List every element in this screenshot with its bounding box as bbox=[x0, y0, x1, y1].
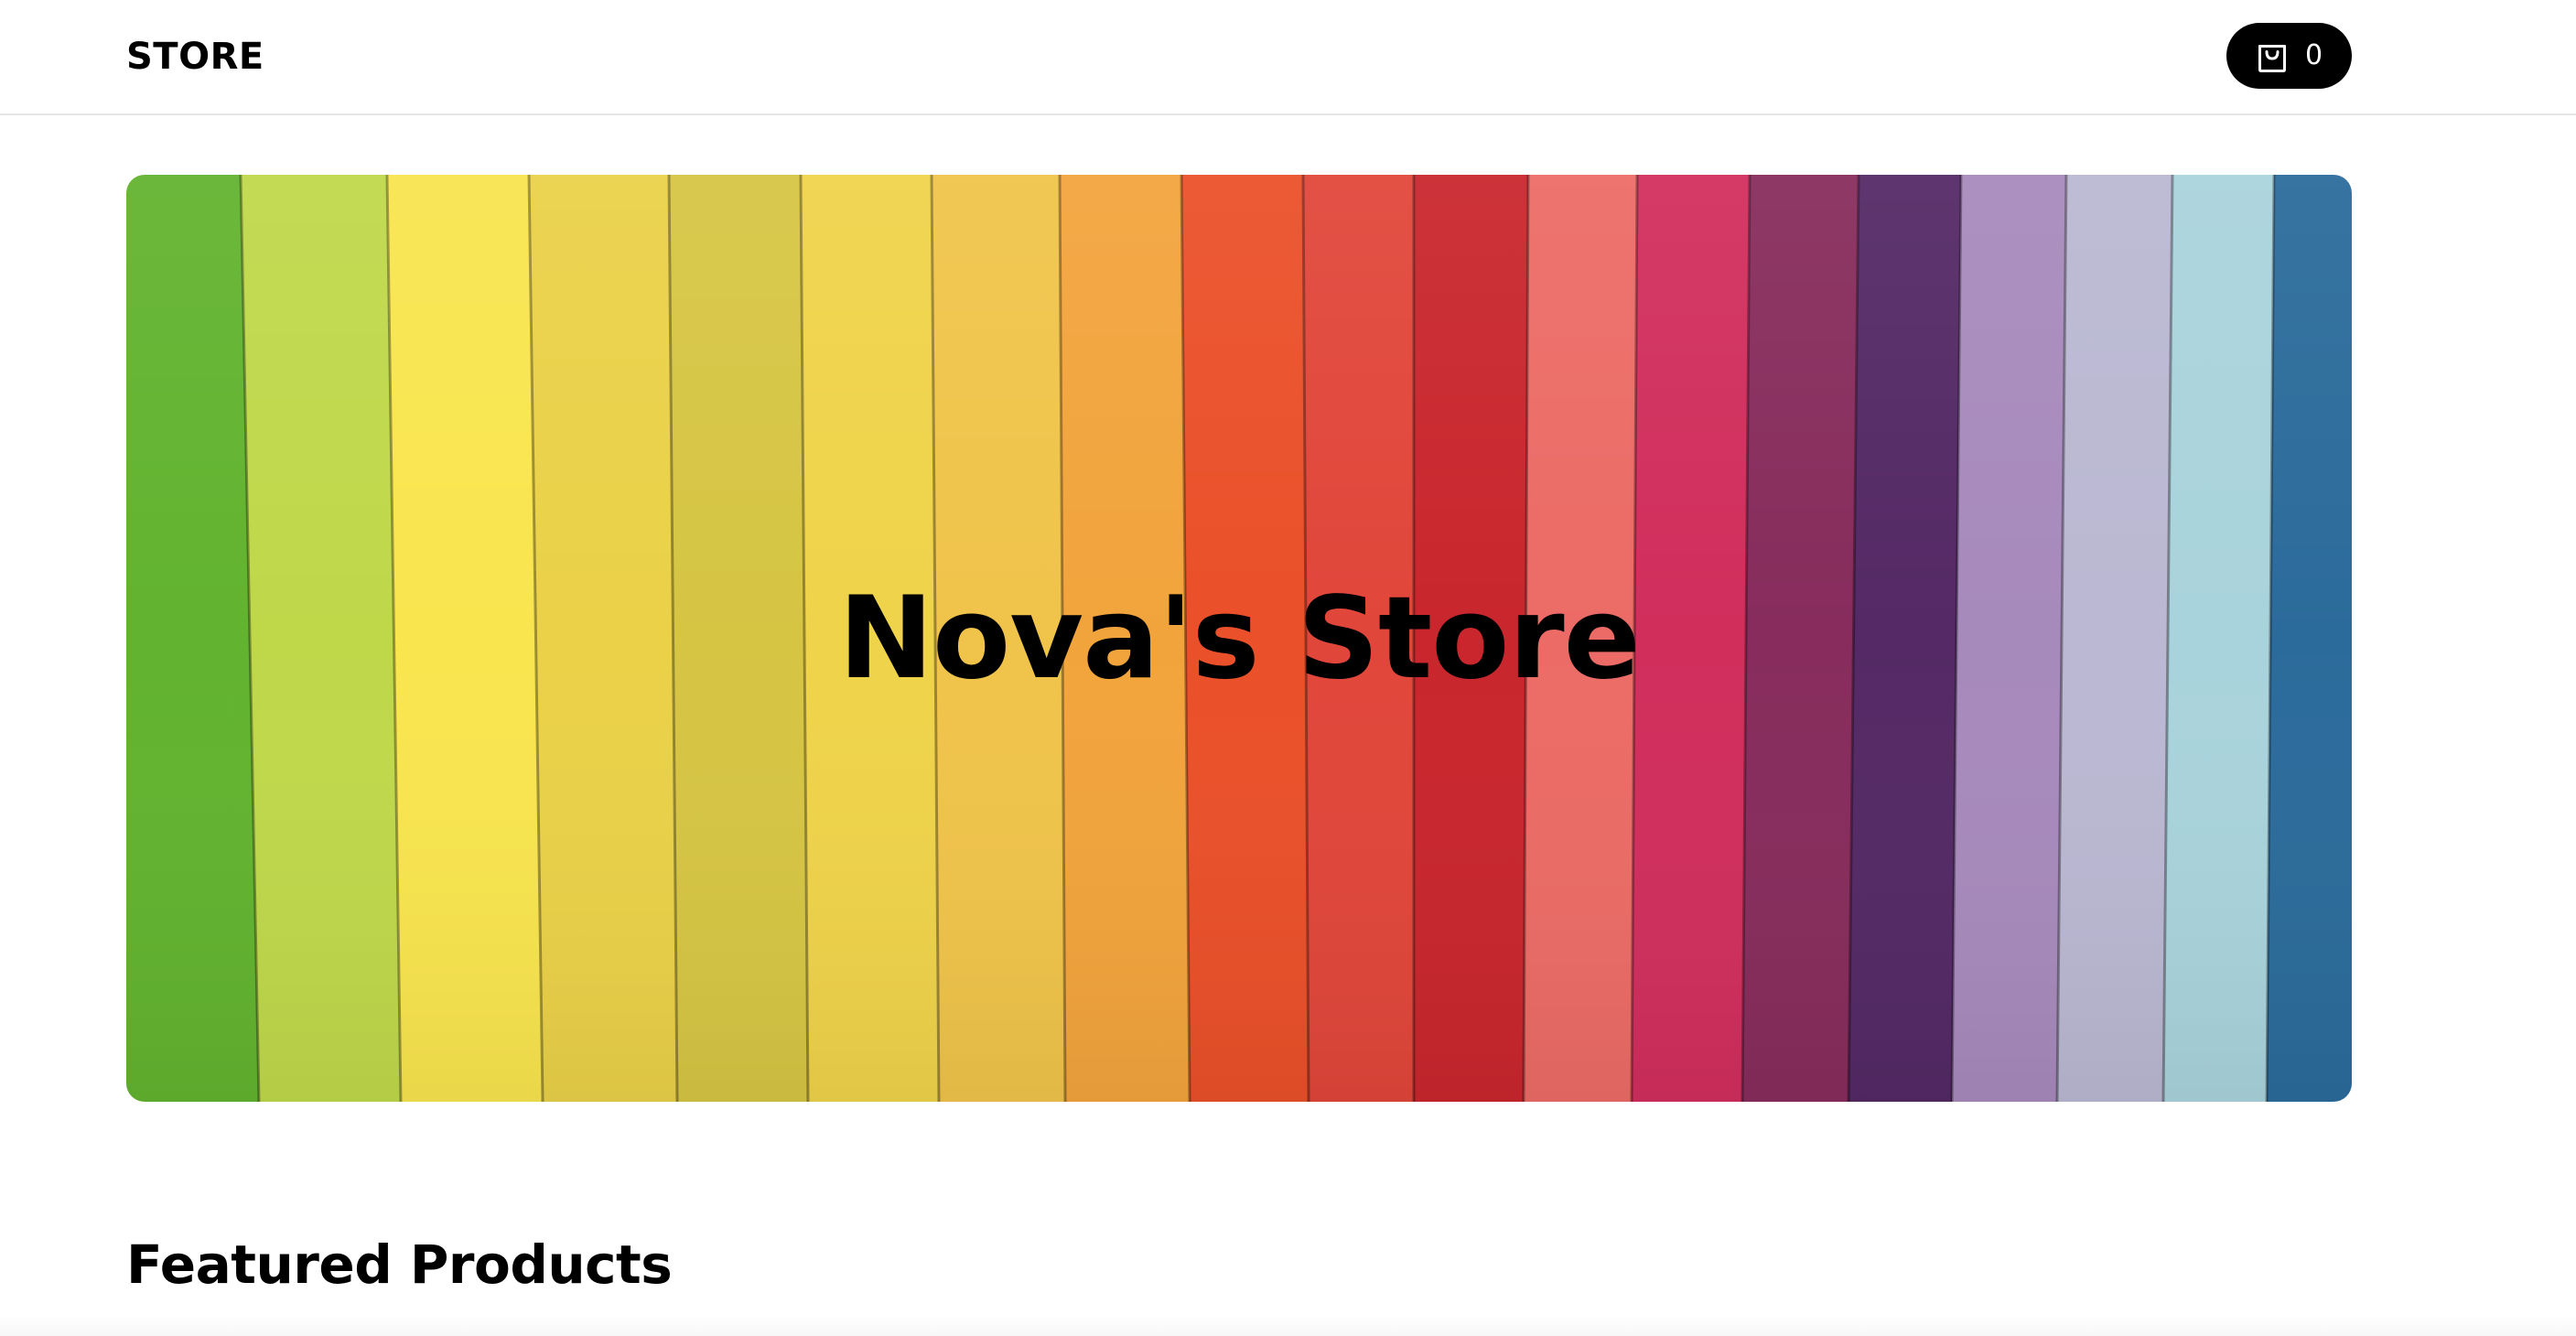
hero-banner: Nova's Store bbox=[126, 175, 2352, 1102]
site-header: STORE 0 bbox=[0, 0, 2576, 115]
hero-title: Nova's Store bbox=[838, 572, 1640, 705]
cart-count: 0 bbox=[2304, 39, 2323, 71]
store-logo-link[interactable]: STORE bbox=[126, 35, 264, 79]
products-section-edge bbox=[0, 1316, 2576, 1336]
shopping-bag-icon bbox=[2258, 45, 2286, 72]
featured-products-heading: Featured Products bbox=[126, 1234, 673, 1296]
cart-button[interactable]: 0 bbox=[2226, 23, 2352, 89]
